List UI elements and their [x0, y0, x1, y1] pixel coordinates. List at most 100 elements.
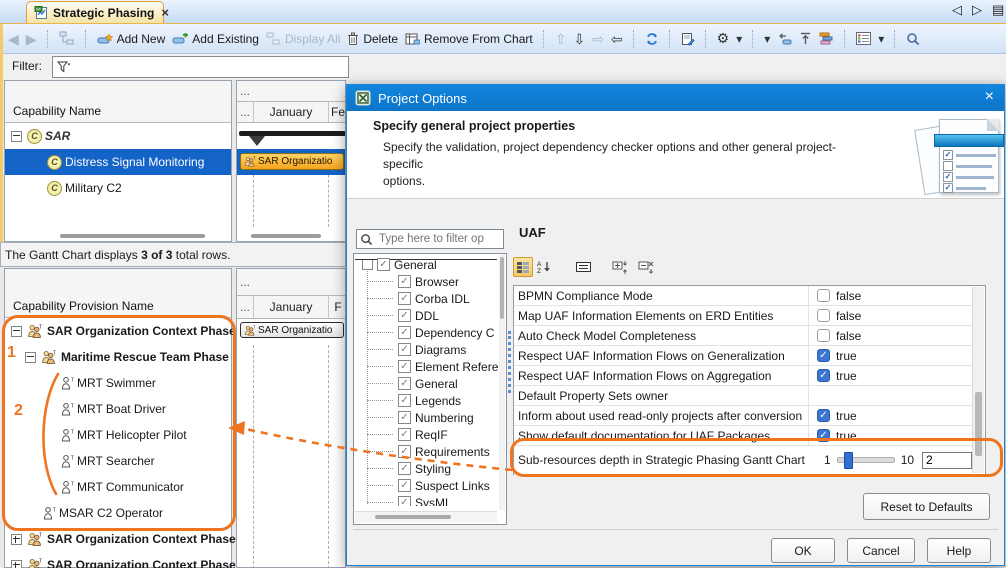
depth-slider[interactable]	[837, 457, 895, 463]
slider-handle[interactable]	[844, 452, 853, 469]
collapse-expander-icon[interactable]	[11, 131, 22, 142]
categorized-view-icon[interactable]	[513, 257, 533, 277]
checkbox-unchecked[interactable]	[817, 289, 830, 302]
tree-row-phase3[interactable]: SAR Organization Context Phase 3	[5, 552, 231, 568]
tab-close-icon[interactable]: ×	[161, 5, 169, 20]
checkbox-checked[interactable]: ✓	[817, 349, 830, 362]
tree-node[interactable]: ✓Legends	[354, 392, 498, 409]
property-row[interactable]: Default Property Sets owner	[514, 386, 974, 406]
checkbox-unchecked[interactable]	[817, 329, 830, 342]
tree-node[interactable]: ✓SysML	[354, 494, 498, 506]
gantt-more-column[interactable]: ...	[237, 296, 253, 318]
sort-alphabetically-icon[interactable]: A Z	[534, 257, 554, 277]
checkbox-checked-icon[interactable]: ✓	[398, 445, 411, 458]
gantt-more-column[interactable]: ...	[237, 269, 253, 295]
tree-node[interactable]: ✓Browser	[354, 273, 498, 290]
property-row[interactable]: Auto Check Model Completeness false	[514, 326, 974, 346]
nav-back-icon[interactable]: ◀	[8, 32, 19, 46]
property-row[interactable]: Show default documentation for UAF Packa…	[514, 426, 974, 446]
tree-node[interactable]: ✓Dependency C	[354, 324, 498, 341]
legend-list-icon[interactable]	[856, 32, 871, 45]
help-button[interactable]: Help	[927, 538, 991, 563]
move-left-icon[interactable]: ⇦	[611, 32, 623, 46]
tree-node[interactable]: ✓Numbering	[354, 409, 498, 426]
collapse-expander-icon[interactable]	[25, 352, 36, 363]
dialog-title-bar[interactable]: Project Options ×	[347, 85, 1004, 111]
collapse-expander-icon[interactable]	[362, 259, 373, 270]
options-filter-input[interactable]	[377, 232, 499, 246]
tab-scroll-left-icon[interactable]: ◁	[952, 2, 962, 18]
options-filter-box[interactable]	[356, 229, 504, 249]
checkbox-checked-icon[interactable]: ✓	[398, 360, 411, 373]
gantt-bar-sar-organization[interactable]: SAR Organizatio	[240, 322, 344, 338]
checkbox-checked-icon[interactable]: ✓	[398, 394, 411, 407]
property-row[interactable]: Respect UAF Information Flows on Aggrega…	[514, 366, 974, 386]
vertical-scrollbar-thumb[interactable]	[975, 392, 982, 456]
tree-node[interactable]: ✓Corba IDL	[354, 290, 498, 307]
gantt-more-column[interactable]: ...	[237, 102, 253, 122]
tree-row-mrt-communicator[interactable]: MRT Communicator	[5, 474, 231, 500]
tree-row-mrt-helicopter-pilot[interactable]: MRT Helicopter Pilot	[5, 422, 231, 448]
checkbox-checked-icon[interactable]: ✓	[398, 411, 411, 424]
filter-input[interactable]	[52, 56, 349, 78]
checkbox-checked[interactable]: ✓	[817, 429, 830, 442]
tree-row-phase2[interactable]: SAR Organization Context Phase 2	[5, 526, 231, 552]
collapse-expander-icon[interactable]	[11, 326, 22, 337]
tree-row-distress-signal-monitoring[interactable]: C Distress Signal Monitoring	[5, 149, 231, 175]
expand-expander-icon[interactable]	[11, 534, 22, 545]
checkbox-checked-icon[interactable]: ✓	[398, 343, 411, 356]
move-to-left-edge-icon[interactable]	[777, 33, 792, 45]
remove-from-chart-button[interactable]: Remove From Chart	[405, 32, 533, 46]
move-right-icon[interactable]: ⇨	[592, 32, 604, 46]
horizontal-scrollbar-thumb[interactable]	[60, 234, 205, 238]
checkbox-checked-icon[interactable]: ✓	[398, 326, 411, 339]
tree-row-mrt-swimmer[interactable]: MRT Swimmer	[5, 370, 231, 396]
tree-row-maritime-team[interactable]: Maritime Rescue Team Phase 1	[5, 344, 231, 370]
expand-expander-icon[interactable]	[11, 560, 22, 568]
checkbox-checked-icon[interactable]: ✓	[398, 292, 411, 305]
horizontal-scrollbar[interactable]	[355, 511, 497, 523]
property-row[interactable]: Map UAF Information Elements on ERD Enti…	[514, 306, 974, 326]
validation-report-icon[interactable]	[681, 32, 695, 46]
vertical-scrollbar-thumb[interactable]	[500, 257, 504, 319]
tree-row-mrt-boat-driver[interactable]: MRT Boat Driver	[5, 396, 231, 422]
checkbox-checked-icon[interactable]: ✓	[398, 462, 411, 475]
add-new-button[interactable]: Add New	[97, 32, 166, 46]
checkbox-checked-icon[interactable]: ✓	[398, 275, 411, 288]
checkbox-checked-icon[interactable]: ✓	[377, 258, 390, 271]
options-gear-icon[interactable]: ⚙	[717, 30, 730, 47]
ok-button[interactable]: OK	[771, 538, 835, 563]
checkbox-checked-icon[interactable]: ✓	[398, 309, 411, 322]
display-all-button[interactable]: Display All	[266, 32, 340, 46]
delete-button[interactable]: Delete	[347, 32, 398, 46]
tree-row-phase1[interactable]: SAR Organization Context Phase 1	[5, 318, 231, 344]
expand-nodes-icon[interactable]	[610, 257, 630, 277]
checkbox-checked-icon[interactable]: ✓	[398, 428, 411, 441]
tab-list-icon[interactable]: ▤	[992, 2, 1004, 18]
cancel-button[interactable]: Cancel	[847, 538, 915, 563]
vertical-scrollbar[interactable]	[499, 255, 505, 510]
add-existing-button[interactable]: Add Existing	[172, 32, 259, 46]
vertical-scrollbar[interactable]	[972, 287, 984, 473]
timeline-marker[interactable]	[249, 136, 265, 146]
property-row[interactable]: BPMN Compliance Mode false	[514, 286, 974, 306]
layered-bars-icon[interactable]	[819, 32, 834, 45]
checkbox-unchecked[interactable]	[817, 309, 830, 322]
options-gear-caret-icon[interactable]: ▾	[736, 32, 742, 46]
show-description-icon[interactable]	[573, 257, 593, 277]
tree-row-mrt-searcher[interactable]: MRT Searcher	[5, 448, 231, 474]
gantt-more-column[interactable]: ...	[237, 81, 253, 101]
move-up-icon[interactable]: ⇧	[555, 32, 567, 46]
tree-row-sar[interactable]: C SAR	[5, 123, 231, 149]
tree-node[interactable]: ✓DDL	[354, 307, 498, 324]
property-row-subresources-depth[interactable]: Sub-resources depth in Strategic Phasing…	[514, 446, 974, 475]
move-down-icon[interactable]: ⇩	[573, 32, 585, 46]
refresh-icon[interactable]	[645, 32, 659, 46]
tree-node[interactable]: ✓Diagrams	[354, 341, 498, 358]
checkbox-checked-icon[interactable]: ✓	[398, 479, 411, 492]
checkbox-checked[interactable]: ✓	[817, 409, 830, 422]
tree-node[interactable]: ✓Requirements	[354, 443, 498, 460]
tree-node[interactable]: ✓Styling	[354, 460, 498, 477]
reset-to-defaults-button[interactable]: Reset to Defaults	[863, 493, 990, 520]
tab-strategic-phasing[interactable]: ST Strategic Phasing ×	[26, 1, 164, 23]
